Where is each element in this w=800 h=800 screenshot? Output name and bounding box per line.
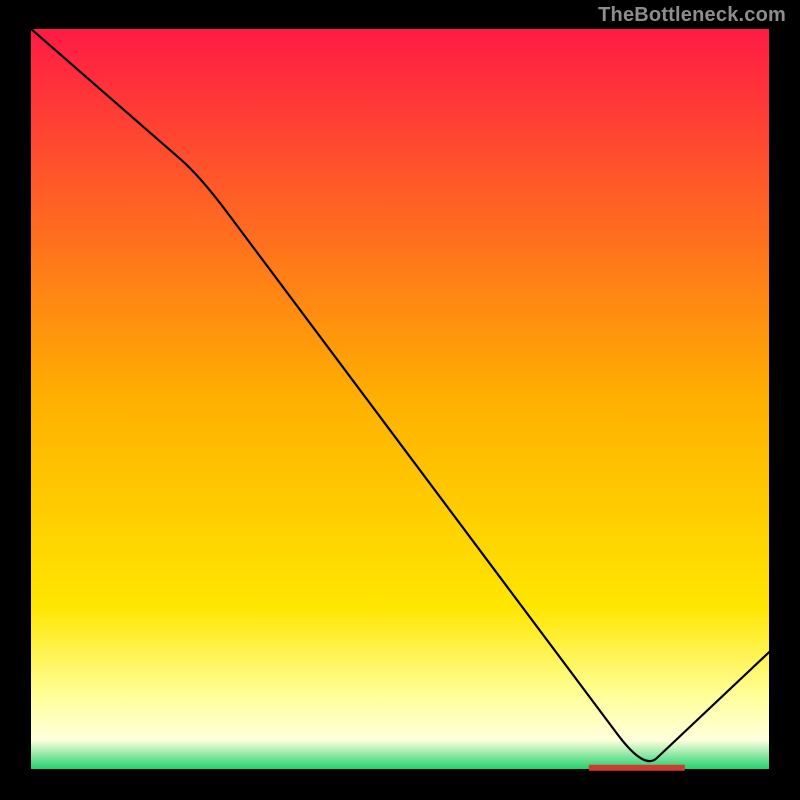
optimal-marker bbox=[589, 765, 685, 771]
attribution-text: TheBottleneck.com bbox=[598, 4, 786, 27]
chart-stage: TheBottleneck.com bbox=[0, 0, 800, 800]
chart-svg bbox=[0, 0, 800, 800]
plot-area bbox=[30, 28, 770, 770]
